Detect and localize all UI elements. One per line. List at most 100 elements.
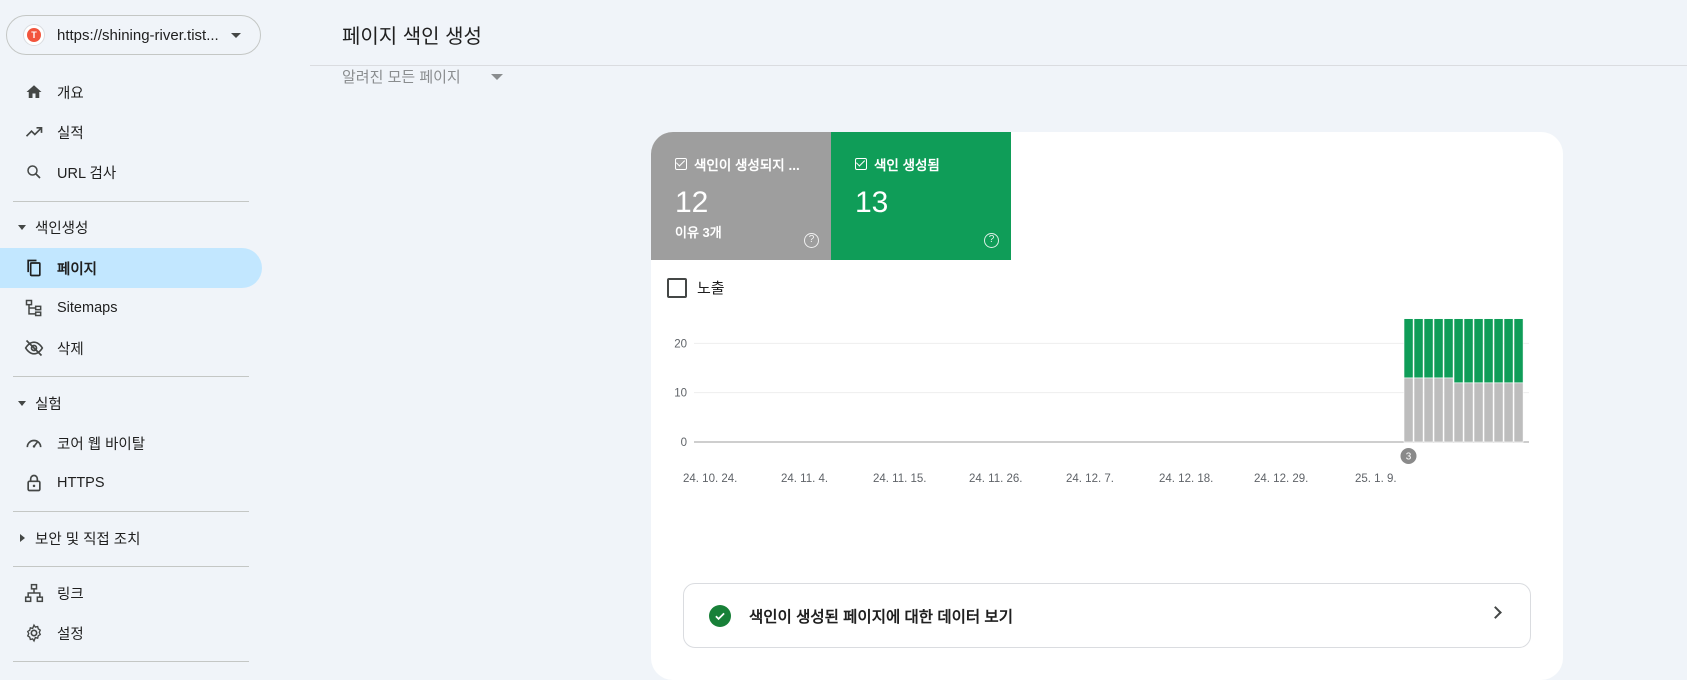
impressions-label: 노출 (697, 280, 725, 297)
bar-not-indexed (1473, 382, 1484, 443)
gear-icon (24, 623, 44, 643)
page-filter-dropdown[interactable]: 알려진 모든 페이지 (342, 66, 503, 87)
bar-not-indexed (1503, 382, 1514, 443)
nav-section-security[interactable]: 보안 및 직접 조치 (0, 523, 262, 553)
links-tree-icon (24, 583, 44, 603)
y-tick-label: 10 (674, 388, 687, 400)
x-tick-label: 25. 1. 9. (1355, 473, 1397, 485)
bar-indexed (1423, 318, 1434, 379)
bar-not-indexed (1423, 377, 1434, 443)
nav-label: 설정 (57, 626, 84, 643)
trending-up-icon (24, 122, 44, 142)
dropdown-caret-icon (231, 32, 241, 38)
bar-not-indexed (1403, 377, 1414, 443)
x-tick-label: 24. 11. 15. (873, 473, 927, 485)
collapse-arrow-icon (18, 224, 26, 230)
search-icon (24, 162, 44, 182)
bar-not-indexed (1513, 382, 1524, 443)
check-circle-icon (709, 604, 731, 627)
bar-indexed (1413, 318, 1424, 379)
property-selector[interactable]: T https://shining-river.tist... (6, 15, 261, 55)
nav-label: 코어 웹 바이탈 (57, 436, 146, 453)
indexed-label: 색인 생성됨 (874, 158, 940, 173)
x-tick-label: 24. 12. 29. (1254, 473, 1308, 485)
lock-icon (24, 473, 44, 493)
bar-not-indexed (1453, 382, 1464, 443)
nav-label: 링크 (57, 586, 84, 603)
tile-label-row: 색인 생성됨 (855, 154, 1011, 174)
nav-divider (13, 661, 249, 662)
section-label: 실험 (35, 396, 62, 413)
view-indexed-data-label: 색인이 생성된 페이지에 대한 데이터 보기 (749, 608, 1013, 626)
dropdown-caret-icon (490, 73, 503, 80)
pages-icon (24, 258, 44, 278)
checkbox-checked-icon (675, 158, 687, 170)
y-tick-label: 20 (674, 338, 687, 350)
section-label: 색인생성 (35, 220, 89, 237)
help-icon[interactable]: ? (984, 233, 999, 248)
index-report-card: 색인이 생성되지 ... 12 이유 3개 ? 색인 생성됨 13 ? 노출 페… (651, 132, 1563, 680)
bar-not-indexed (1443, 377, 1454, 443)
nav-divider (13, 566, 249, 567)
nav-divider (13, 376, 249, 377)
sitemap-icon (24, 298, 44, 318)
bar-indexed (1473, 318, 1484, 384)
section-label: 보안 및 직접 조치 (35, 531, 141, 548)
nav-item-sitemaps[interactable]: Sitemaps (0, 288, 262, 328)
x-tick-label: 24. 12. 7. (1066, 473, 1114, 485)
page-title: 페이지 색인 생성 (342, 26, 482, 48)
not-indexed-count: 12 (675, 186, 709, 219)
site-favicon-icon: T (23, 24, 45, 46)
nav-item-core-web-vitals[interactable]: 코어 웹 바이탈 (0, 423, 262, 463)
not-indexed-tile[interactable]: 색인이 생성되지 ... 12 이유 3개 ? (651, 132, 831, 260)
nav-label: HTTPS (57, 475, 105, 491)
x-tick-label: 24. 11. 4. (781, 473, 828, 485)
nav-item-pages[interactable]: 페이지 (0, 248, 262, 288)
home-icon (24, 82, 44, 102)
nav-item-links[interactable]: 링크 (0, 573, 262, 613)
bar-not-indexed (1413, 377, 1424, 443)
speed-gauge-icon (24, 433, 44, 453)
bar-indexed (1443, 318, 1454, 379)
nav-section-experience[interactable]: 실험 (0, 388, 262, 418)
nav-section-indexing[interactable]: 색인생성 (0, 212, 262, 242)
nav-label: 개요 (57, 85, 84, 102)
nav-label: 실적 (57, 125, 84, 142)
visibility-off-icon (24, 338, 44, 358)
bar-indexed (1503, 318, 1514, 384)
bar-indexed (1463, 318, 1474, 384)
nav-label: Sitemaps (57, 300, 118, 316)
checkbox-unchecked-icon (667, 277, 687, 298)
nav-item-settings[interactable]: 설정 (0, 613, 262, 653)
chevron-right-icon (1489, 606, 1502, 619)
not-indexed-label: 색인이 생성되지 ... (694, 158, 800, 173)
nav-item-overview[interactable]: 개요 (0, 72, 262, 112)
x-tick-label: 24. 10. 24. (683, 473, 737, 485)
view-indexed-data-link[interactable]: 색인이 생성된 페이지에 대한 데이터 보기 (683, 583, 1531, 648)
y-tick-label: 0 (681, 437, 687, 449)
impressions-toggle[interactable]: 노출 (667, 277, 725, 298)
nav-item-https[interactable]: HTTPS (0, 463, 262, 503)
collapse-arrow-icon (18, 400, 26, 406)
bar-indexed (1513, 318, 1524, 384)
nav-item-url-inspection[interactable]: URL 검사 (0, 152, 262, 192)
bar-indexed (1453, 318, 1464, 384)
annotation-label: 3 (1406, 452, 1412, 463)
indexed-tile[interactable]: 색인 생성됨 13 ? (831, 132, 1011, 260)
nav-divider (13, 511, 249, 512)
bar-indexed (1493, 318, 1504, 384)
help-icon[interactable]: ? (804, 233, 819, 248)
indexing-chart: 페이지0102030324. 10. 24.24. 11. 4.24. 11. … (674, 318, 1529, 485)
nav-item-removals[interactable]: 삭제 (0, 328, 262, 368)
bar-not-indexed (1433, 377, 1444, 443)
bar-not-indexed (1483, 382, 1494, 443)
nav-label: 삭제 (57, 341, 84, 358)
bar-not-indexed (1463, 382, 1474, 443)
filter-label: 알려진 모든 페이지 (342, 69, 461, 86)
expand-arrow-icon (20, 534, 25, 542)
nav-item-performance[interactable]: 실적 (0, 112, 262, 152)
x-tick-label: 24. 11. 26. (969, 473, 1023, 485)
checkbox-checked-icon (855, 158, 867, 170)
nav-label: 페이지 (57, 261, 98, 278)
bar-indexed (1433, 318, 1444, 379)
